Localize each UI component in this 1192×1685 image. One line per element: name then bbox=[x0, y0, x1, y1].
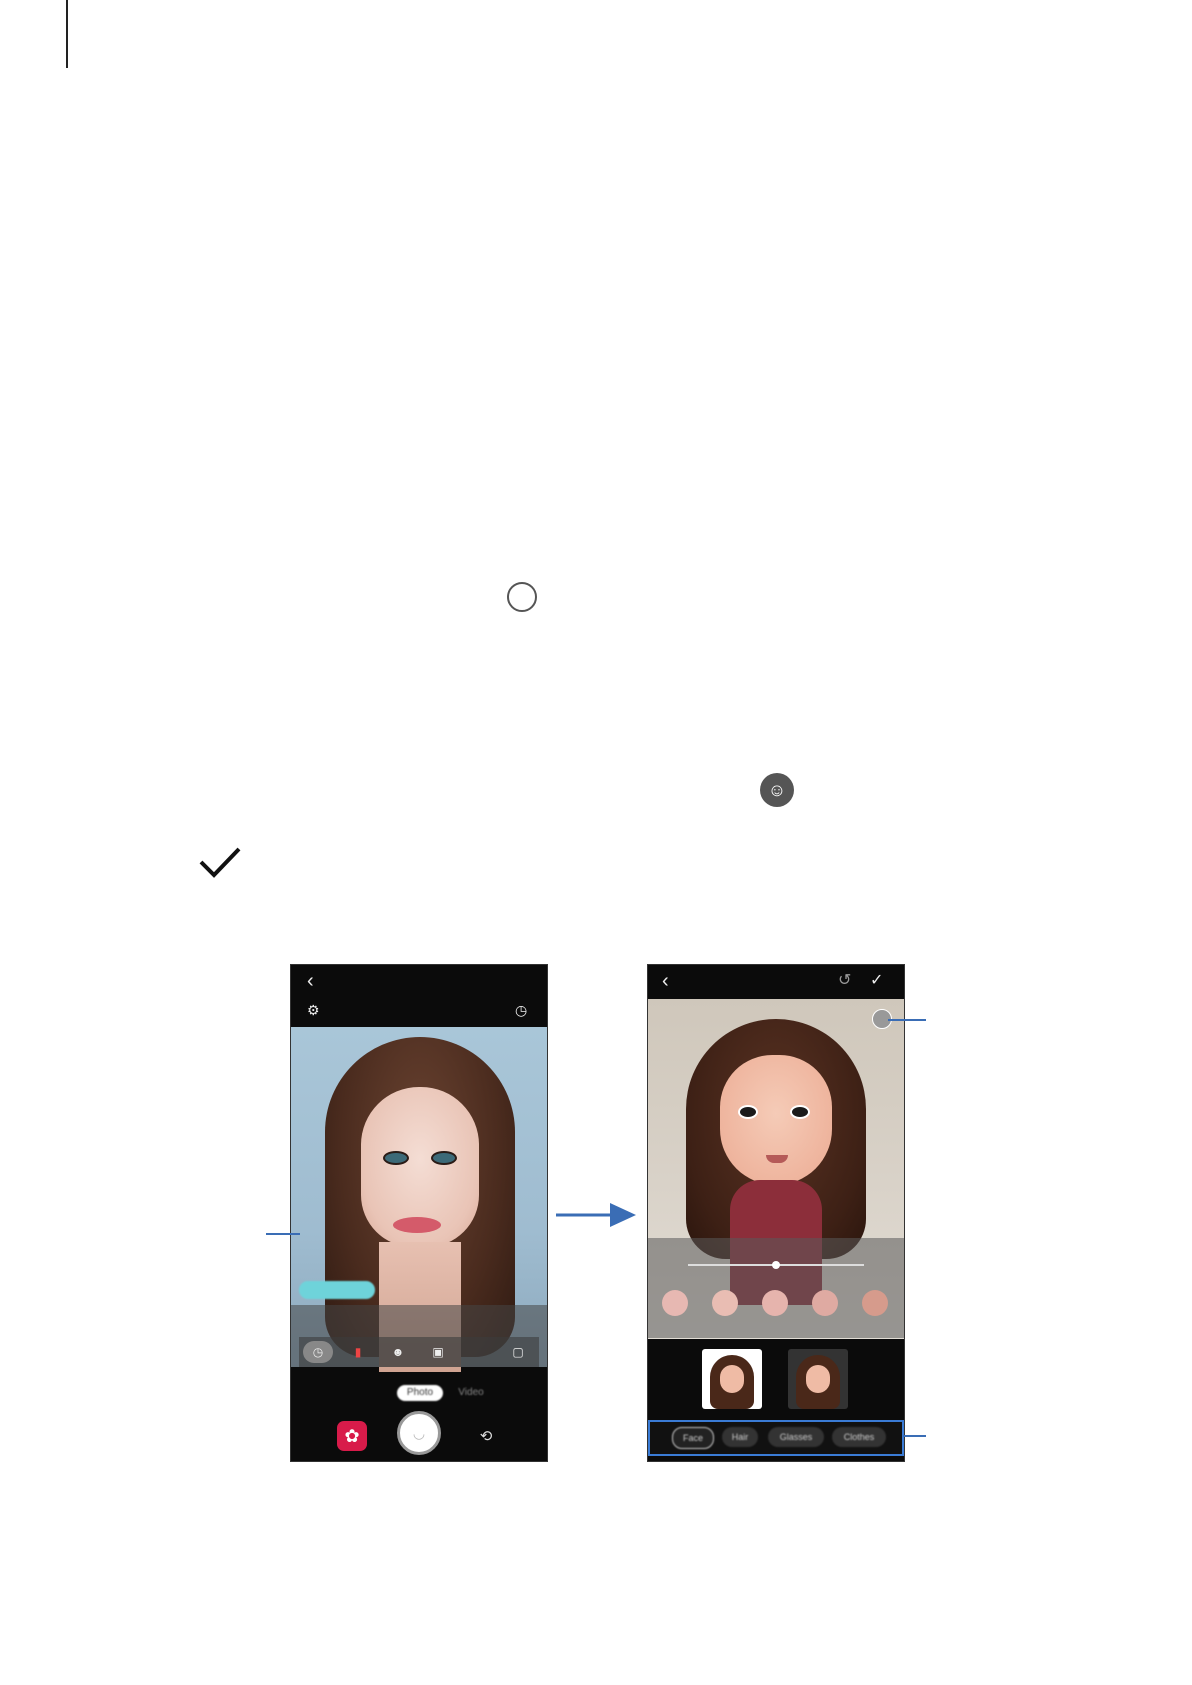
skin-tone-swatch[interactable] bbox=[662, 1290, 688, 1316]
check-icon bbox=[199, 847, 241, 878]
back-icon[interactable]: ‹ bbox=[307, 971, 314, 991]
emoji-avatar-edit-icon: ☺ bbox=[760, 773, 794, 807]
emoji-eye-left bbox=[738, 1105, 758, 1119]
tray-icon-sticker[interactable]: ▮ bbox=[343, 1341, 373, 1363]
person-eye-right bbox=[431, 1151, 457, 1165]
callout-line-left bbox=[266, 1233, 300, 1235]
emoji-style-thumb-1[interactable] bbox=[702, 1349, 762, 1409]
callout-line-tabs bbox=[903, 1435, 926, 1437]
camera-preview bbox=[291, 1027, 547, 1372]
camera-screen: ‹ ⚙ ◷ ◷ ▮ ☻ ▣ ▢ Photo Video ✿ ◡ ⟲ bbox=[290, 964, 548, 1462]
skin-tone-swatch[interactable] bbox=[862, 1290, 888, 1316]
reset-icon[interactable]: ↺ bbox=[838, 973, 851, 989]
shutter-circle-icon bbox=[507, 582, 537, 612]
teal-pill-label[interactable] bbox=[299, 1281, 375, 1299]
skin-tone-panel bbox=[648, 1238, 904, 1338]
tray-icon-store[interactable]: ▢ bbox=[503, 1341, 533, 1363]
slider-knob[interactable] bbox=[772, 1261, 780, 1269]
emoji-eye-right bbox=[790, 1105, 810, 1119]
mode-video[interactable]: Video bbox=[453, 1385, 489, 1401]
arrow-right-icon bbox=[556, 1203, 636, 1227]
emoji-edit-screen: ‹ ↺ ✓ Face Hair Glasses Clothes bbox=[647, 964, 905, 1462]
emoji-style-thumb-2[interactable] bbox=[788, 1349, 848, 1409]
tab-clothes[interactable]: Clothes bbox=[832, 1427, 886, 1447]
callout-line-compare bbox=[888, 1019, 926, 1021]
tray-icon-emoji[interactable]: ☻ bbox=[383, 1341, 413, 1363]
tab-hair[interactable]: Hair bbox=[722, 1427, 758, 1447]
shutter-button[interactable]: ◡ bbox=[397, 1411, 441, 1455]
tray-icon-clock[interactable]: ◷ bbox=[303, 1341, 333, 1363]
person-eye-left bbox=[383, 1151, 409, 1165]
skin-tone-swatch[interactable] bbox=[812, 1290, 838, 1316]
person-lips bbox=[393, 1217, 441, 1233]
settings-icon[interactable]: ⚙ bbox=[307, 1003, 320, 1017]
switch-camera-button[interactable]: ⟲ bbox=[475, 1425, 497, 1447]
tray-icon-frame[interactable]: ▣ bbox=[423, 1341, 453, 1363]
tab-glasses[interactable]: Glasses bbox=[768, 1427, 824, 1447]
margin-rule bbox=[66, 0, 68, 68]
done-check-icon[interactable]: ✓ bbox=[870, 973, 883, 989]
thumb-face bbox=[720, 1365, 744, 1393]
gallery-button[interactable]: ✿ bbox=[337, 1421, 367, 1451]
skin-tone-swatch[interactable] bbox=[712, 1290, 738, 1316]
mode-photo[interactable]: Photo bbox=[397, 1385, 443, 1401]
thumb-face bbox=[806, 1365, 830, 1393]
emoji-face bbox=[720, 1055, 832, 1185]
tab-face[interactable]: Face bbox=[672, 1427, 714, 1449]
skin-tone-swatch[interactable] bbox=[762, 1290, 788, 1316]
timer-icon[interactable]: ◷ bbox=[515, 1003, 527, 1017]
back-icon[interactable]: ‹ bbox=[662, 971, 669, 991]
